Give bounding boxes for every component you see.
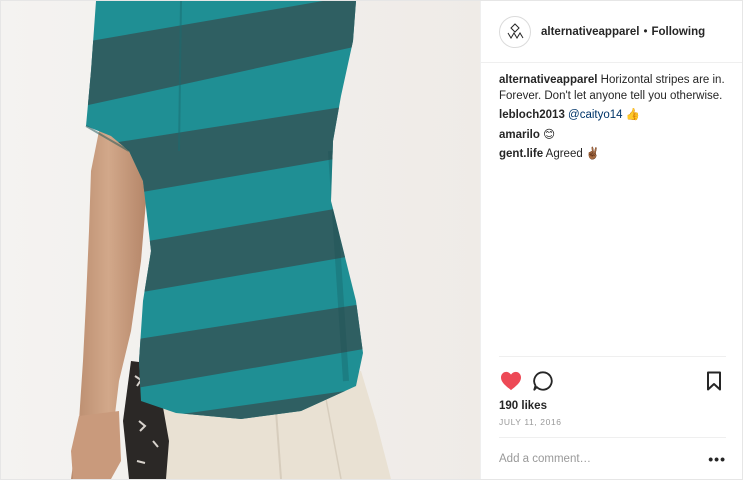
- header-username[interactable]: alternativeapparel: [541, 26, 639, 38]
- comment-text: 👍: [625, 109, 641, 121]
- comment-username[interactable]: amarilo: [499, 129, 540, 141]
- following-button[interactable]: Following: [651, 26, 705, 38]
- post-photo[interactable]: [1, 1, 480, 479]
- header-separator: •: [643, 25, 648, 38]
- comment-button[interactable]: [531, 369, 555, 393]
- likes-count[interactable]: 190 likes: [481, 400, 742, 412]
- bookmark-icon: [707, 371, 721, 391]
- more-options-button[interactable]: •••: [708, 451, 726, 467]
- comment-username[interactable]: gent.life: [499, 148, 543, 160]
- comments-list: alternativeapparel Horizontal stripes ar…: [481, 63, 742, 356]
- like-button[interactable]: [499, 369, 523, 393]
- comment-mention[interactable]: @caityo14: [568, 109, 623, 121]
- instagram-post: alternativeapparel • Following alternati…: [0, 0, 743, 480]
- save-button[interactable]: [702, 369, 726, 393]
- caption: alternativeapparel Horizontal stripes ar…: [499, 73, 726, 104]
- heart-filled-icon: [501, 371, 521, 391]
- add-comment-bar: •••: [499, 437, 726, 479]
- avatar[interactable]: [499, 15, 531, 48]
- caption-username[interactable]: alternativeapparel: [499, 74, 597, 86]
- striped-shirt-photo: [1, 1, 480, 479]
- comment-item: amarilo 😊: [499, 128, 726, 144]
- post-actions: [499, 356, 726, 398]
- add-comment-input[interactable]: [499, 452, 709, 465]
- post-side-panel: alternativeapparel • Following alternati…: [480, 1, 742, 479]
- comment-bubble-icon: [533, 371, 553, 391]
- comment-text: 😊: [543, 128, 556, 141]
- comment-item: gent.life Agreed ✌🏾: [499, 147, 726, 163]
- alternative-apparel-logo-icon: [507, 22, 524, 39]
- post-header: alternativeapparel • Following: [481, 1, 742, 63]
- comment-username[interactable]: lebloch2013: [499, 109, 565, 121]
- post-date[interactable]: JULY 11, 2016: [481, 417, 742, 427]
- comment-item: lebloch2013 @caityo14 👍: [499, 108, 726, 124]
- comment-text: Agreed ✌🏾: [545, 148, 601, 160]
